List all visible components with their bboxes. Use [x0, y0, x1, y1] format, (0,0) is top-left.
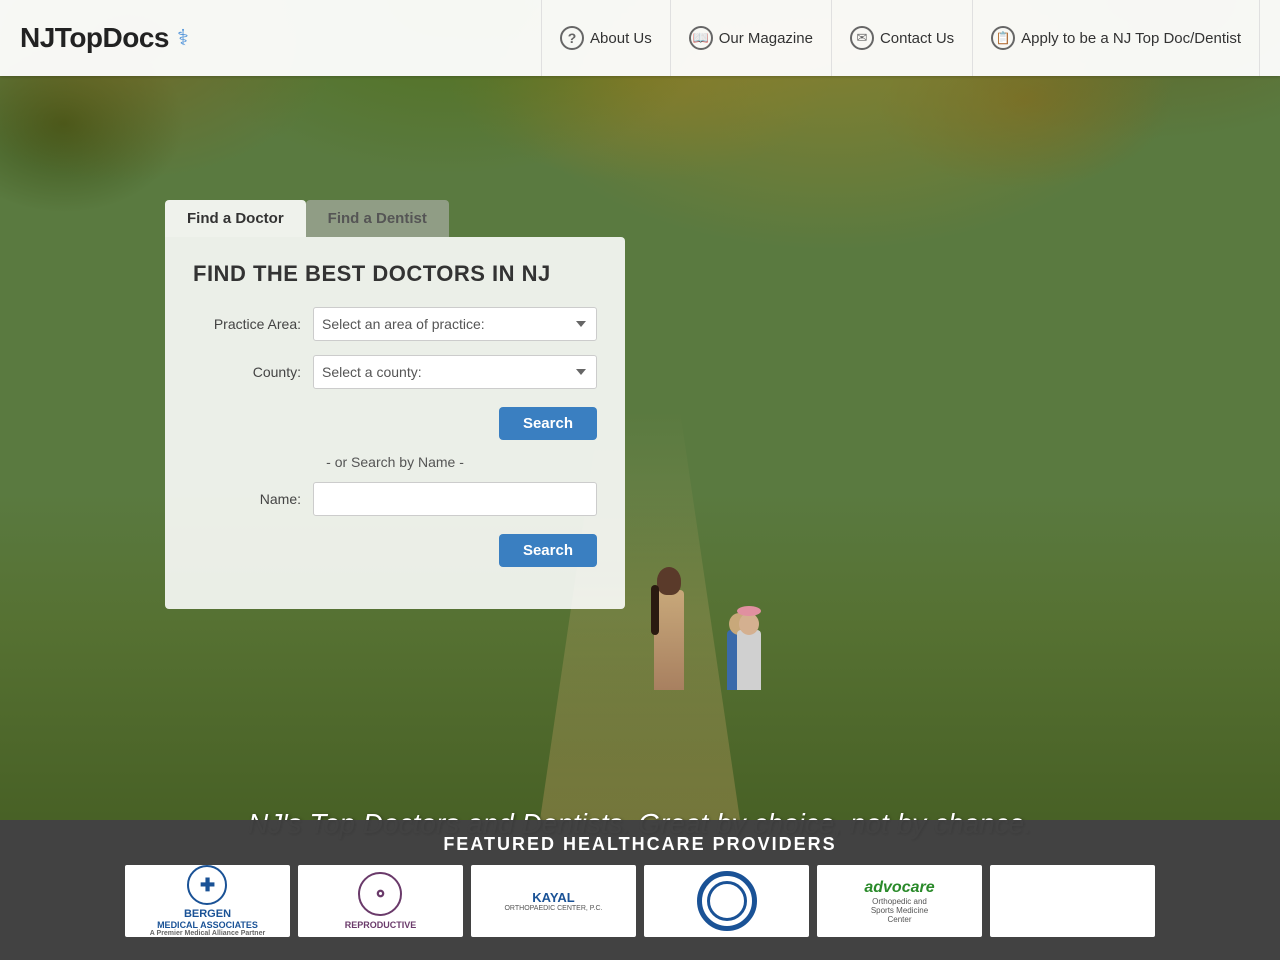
nav-magazine-label: Our Magazine [719, 30, 813, 47]
magazine-icon: 📖 [689, 26, 713, 50]
featured-title: FEATURED HEALTHCARE PROVIDERS [0, 820, 1280, 865]
document-icon: 📋 [991, 26, 1015, 50]
question-icon: ? [560, 26, 584, 50]
repro-name: REPRODUCTIVE [345, 920, 417, 930]
logo-text: NJTopDocs [20, 22, 169, 54]
featured-provider-advocare[interactable]: advocare Orthopedic and Sports Medicine … [817, 865, 982, 937]
featured-logos: ✚ BERGEN MEDICAL ASSOCIATES A Premier Me… [0, 865, 1280, 937]
name-row: Name: [193, 482, 597, 516]
featured-provider-reproductive[interactable]: ⚬ REPRODUCTIVE [298, 865, 463, 937]
repro-icon: ⚬ [372, 882, 389, 907]
bergen-sub: A Premier Medical Alliance Partner [150, 930, 265, 937]
bergen-icon: ✚ [200, 875, 215, 896]
advocare-sub2: Sports Medicine [864, 906, 934, 915]
nav-our-magazine[interactable]: 📖 Our Magazine [671, 0, 832, 76]
practice-area-label: Practice Area: [193, 316, 313, 332]
nav-contact-us[interactable]: ✉ Contact Us [832, 0, 973, 76]
tab-find-dentist[interactable]: Find a Dentist [306, 200, 449, 237]
or-search-divider: - or Search by Name - [193, 454, 597, 470]
featured-provider-bergen[interactable]: ✚ BERGEN MEDICAL ASSOCIATES A Premier Me… [125, 865, 290, 937]
search-button-2[interactable]: Search [499, 534, 597, 567]
name-label: Name: [193, 491, 313, 507]
county-select[interactable]: Select a county: [313, 355, 597, 389]
practice-area-select[interactable]: Select an area of practice: [313, 307, 597, 341]
advocare-sub1: Orthopedic and [864, 897, 934, 906]
advocare-name: advocare [864, 879, 934, 897]
search-title: FIND THE BEST DOCTORS IN NJ [193, 261, 597, 287]
search-button-row-2: Search [193, 530, 597, 567]
search-button-1[interactable]: Search [499, 407, 597, 440]
featured-provider-empty [990, 865, 1155, 937]
county-label: County: [193, 364, 313, 380]
nav-about-us[interactable]: ? About Us [541, 0, 671, 76]
featured-section: FEATURED HEALTHCARE PROVIDERS ✚ BERGEN M… [0, 820, 1280, 960]
navigation: ? About Us 📖 Our Magazine ✉ Contact Us 📋… [541, 0, 1260, 76]
featured-provider-circle[interactable] [644, 865, 809, 937]
advocare-sub3: Center [864, 915, 934, 924]
practice-area-row: Practice Area: Select an area of practic… [193, 307, 597, 341]
nav-apply-label: Apply to be a NJ Top Doc/Dentist [1021, 30, 1241, 47]
nav-about-us-label: About Us [590, 30, 652, 47]
kayal-sub: ORTHOPAEDIC CENTER, P.C. [504, 905, 602, 912]
envelope-icon: ✉ [850, 26, 874, 50]
nav-apply[interactable]: 📋 Apply to be a NJ Top Doc/Dentist [973, 0, 1260, 76]
kayal-name: KAYAL [532, 890, 574, 905]
bergen-name: BERGEN [184, 908, 231, 920]
search-button-row-1: Search [193, 403, 597, 440]
nav-contact-label: Contact Us [880, 30, 954, 47]
name-input[interactable] [313, 482, 597, 516]
header: NJTopDocs ⚕ ? About Us 📖 Our Magazine ✉ … [0, 0, 1280, 76]
tab-find-doctor[interactable]: Find a Doctor [165, 200, 306, 237]
logo-area[interactable]: NJTopDocs ⚕ [20, 22, 189, 54]
bergen-name2: MEDICAL ASSOCIATES [157, 920, 258, 930]
tab-find-dentist-label: Find a Dentist [328, 210, 427, 227]
circle-logo-graphic [697, 871, 757, 931]
caduceus-icon: ⚕ [177, 25, 189, 51]
featured-provider-kayal[interactable]: KAYAL ORTHOPAEDIC CENTER, P.C. [471, 865, 636, 937]
county-row: County: Select a county: [193, 355, 597, 389]
tab-find-doctor-label: Find a Doctor [187, 210, 284, 227]
search-tabs: Find a Doctor Find a Dentist [165, 200, 625, 237]
search-panel: Find a Doctor Find a Dentist FIND THE BE… [165, 200, 625, 609]
search-box: FIND THE BEST DOCTORS IN NJ Practice Are… [165, 237, 625, 609]
